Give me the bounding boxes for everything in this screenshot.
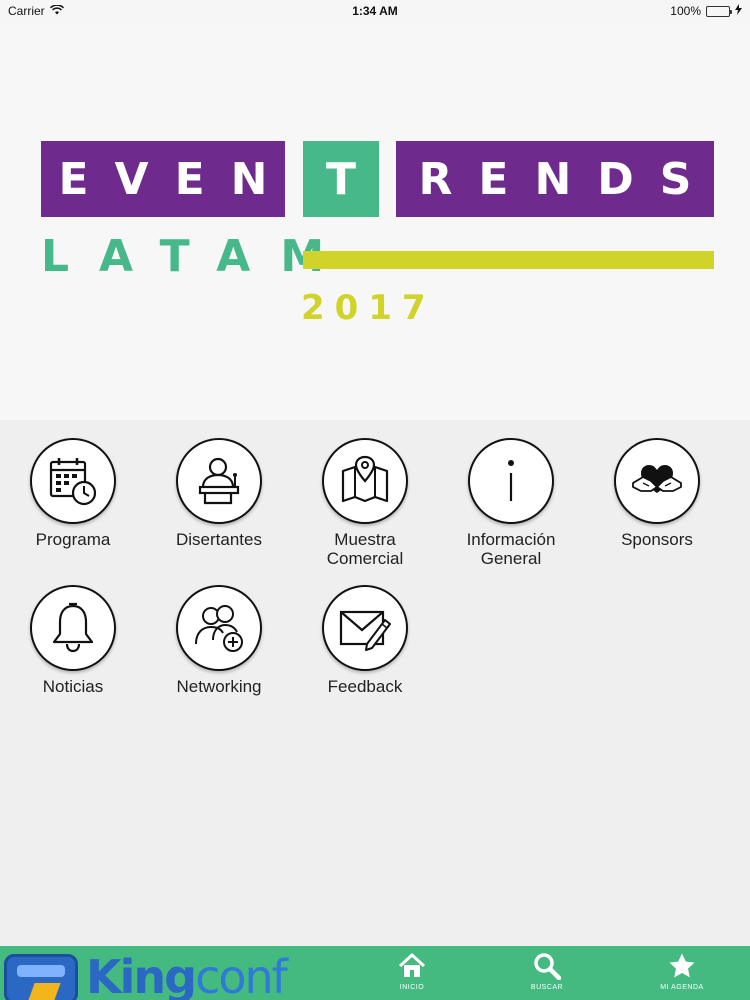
menu-label: Muestra Comercial (326, 530, 404, 568)
logo-even-block: EVEN (41, 141, 285, 217)
hands-heart-icon (632, 465, 682, 493)
menu-circle[interactable] (322, 438, 408, 524)
logo-latam-text: LATAM (41, 230, 355, 282)
tab-label: INICIO (399, 984, 425, 991)
status-left: Carrier (8, 4, 64, 18)
kingconf-logo-text: Kingconf (86, 950, 288, 1000)
calendar-clock-icon (49, 458, 97, 506)
menu-item-networking[interactable]: Networking (146, 585, 292, 696)
menu-circle[interactable] (322, 585, 408, 671)
star-icon (669, 953, 695, 978)
info-icon (508, 460, 514, 501)
brand-thin: conf (195, 950, 288, 1000)
tab-label: BUSCAR (530, 984, 564, 991)
tab-inicio[interactable]: INICIO (372, 946, 452, 1000)
menu-label: Información General (466, 530, 556, 568)
menu-label: Noticias (42, 677, 104, 696)
menu-circle[interactable] (30, 585, 116, 671)
users-add-icon (195, 605, 243, 652)
home-icon (398, 953, 426, 977)
carrier-name: Carrier (8, 4, 45, 18)
bell-icon (52, 602, 94, 653)
event-logo-header: EVEN T RENDS LATAM 2017 (0, 22, 750, 420)
logo-rends-block: RENDS (396, 141, 714, 217)
tab-mi-agenda[interactable]: MI AGENDA (642, 946, 722, 1000)
battery-icon (706, 5, 732, 17)
menu-circle[interactable] (176, 438, 262, 524)
search-icon (534, 953, 561, 980)
wifi-icon (49, 4, 64, 18)
menu-item-disertantes[interactable]: Disertantes (146, 438, 292, 549)
menu-item-feedback[interactable]: Feedback (292, 585, 438, 696)
logo-year: 2017 (301, 288, 436, 328)
menu-item-informacion-general[interactable]: Información General (438, 438, 584, 568)
menu-item-programa[interactable]: Programa (0, 438, 146, 549)
menu-label: Networking (176, 677, 262, 696)
menu-item-sponsors[interactable]: Sponsors (584, 438, 730, 549)
bottom-tab-bar: Kingconf INICIO BUSCAR MI AGENDA (0, 946, 750, 1000)
tab-buscar[interactable]: BUSCAR (507, 946, 587, 1000)
brand-bold: King (86, 950, 197, 1000)
envelope-pencil-icon (339, 610, 391, 651)
status-bar: Carrier 1:34 AM 100% (0, 0, 750, 22)
menu-circle[interactable] (176, 585, 262, 671)
menu-label: Feedback (327, 677, 403, 696)
kingconf-brand: Kingconf (0, 946, 300, 1000)
tab-label: MI AGENDA (660, 984, 704, 991)
status-time: 1:34 AM (352, 4, 398, 18)
menu-label: Sponsors (621, 530, 693, 549)
speaker-podium-icon (198, 457, 240, 505)
logo-yellow-bar (303, 251, 714, 269)
menu-circle[interactable] (614, 438, 700, 524)
menu-item-muestra-comercial[interactable]: Muestra Comercial (292, 438, 438, 568)
menu-label: Programa (35, 530, 111, 549)
battery-percent: 100% (670, 4, 701, 18)
main-menu-grid: Programa Disertantes Muestra Comercial I… (0, 420, 750, 946)
menu-circle[interactable] (468, 438, 554, 524)
logo-t-block: T (303, 141, 379, 217)
menu-label: Disertantes (176, 530, 262, 549)
map-pin-icon (341, 455, 389, 503)
menu-item-noticias[interactable]: Noticias (0, 585, 146, 696)
status-right: 100% (670, 4, 742, 18)
charging-icon (735, 4, 742, 18)
kingconf-logo-icon (4, 954, 78, 1000)
menu-circle[interactable] (30, 438, 116, 524)
